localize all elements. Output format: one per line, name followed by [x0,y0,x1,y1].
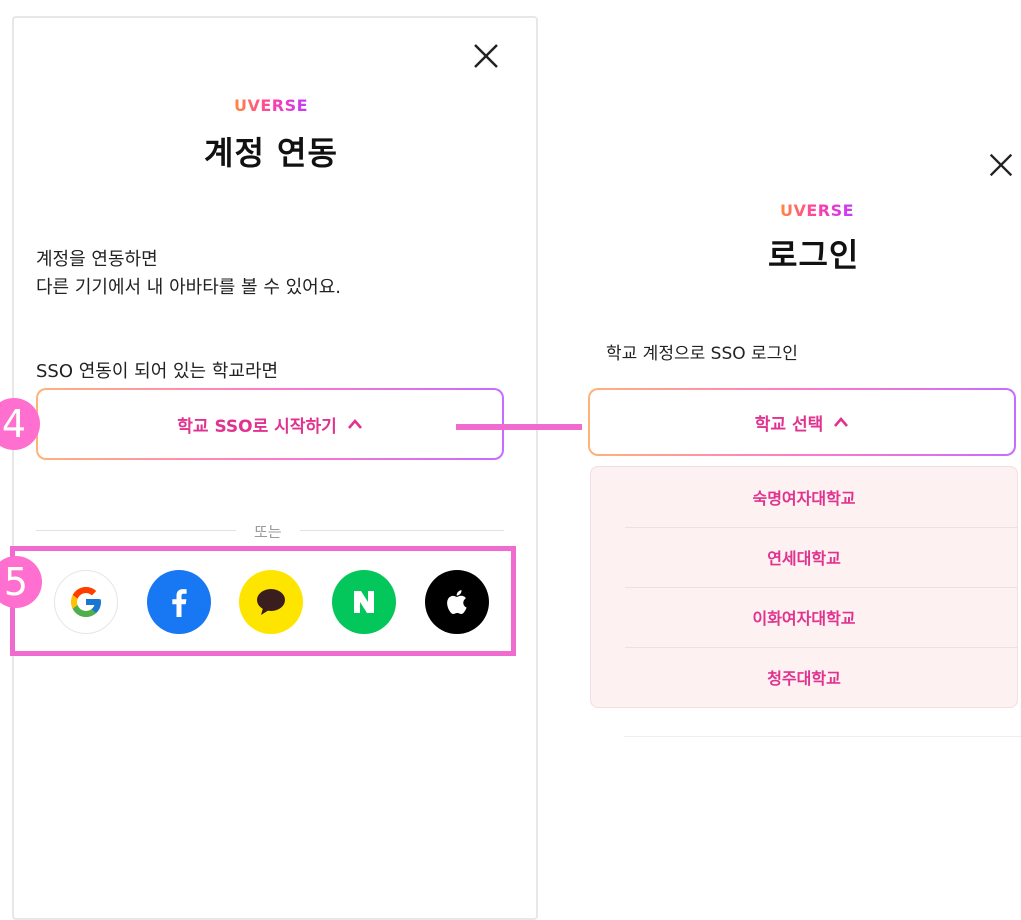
apple-login-button[interactable] [425,570,489,634]
facebook-login-button[interactable] [147,570,211,634]
google-login-button[interactable] [54,570,118,634]
page-title: 로그인 [768,236,860,274]
chevron-up-icon [347,419,362,429]
school-select-dropdown[interactable]: 학교 선택 [588,388,1016,456]
close-button[interactable] [986,150,1016,180]
kakao-icon [257,589,285,615]
naver-icon [354,591,374,613]
facebook-icon [172,589,187,617]
apple-icon [447,590,467,615]
school-option[interactable]: 숙명여자대학교 [591,467,1017,527]
school-sso-start-label: 학교 SSO로 시작하기 [177,416,337,437]
description-line: 다른 기기에서 내 아바타를 볼 수 있어요. [36,277,342,298]
school-login-label: 학교 계정으로 SSO 로그인 [606,344,798,364]
brand-logo: UVERSE [780,201,855,220]
close-icon [474,44,498,68]
school-option[interactable]: 청주대학교 [591,647,1017,707]
close-button[interactable] [470,40,502,72]
divider [300,530,504,531]
school-sso-start-button[interactable]: 학교 SSO로 시작하기 [36,388,504,460]
school-option[interactable]: 연세대학교 [591,527,1017,587]
school-list: 숙명여자대학교 연세대학교 이화여자대학교 청주대학교 [590,466,1018,708]
description-line: 계정을 연동하면 [36,249,158,270]
kakao-login-button[interactable] [239,570,303,634]
chevron-up-icon [834,417,849,427]
school-option[interactable]: 이화여자대학교 [591,587,1017,647]
page-title: 계정 연동 [204,134,338,172]
divider [624,736,1021,737]
description: 계정을 연동하면 다른 기기에서 내 아바타를 볼 수 있어요. [36,246,341,302]
background-page [624,0,1021,133]
google-icon [71,587,101,617]
school-select-label: 학교 선택 [754,414,824,435]
divider-text: 또는 [254,523,282,541]
brand-logo: UVERSE [234,96,309,115]
sso-hint: SSO 연동이 되어 있는 학교라면 [36,361,279,382]
naver-login-button[interactable] [332,570,396,634]
close-icon [989,153,1013,177]
transition-arrow [456,424,596,430]
divider [36,530,236,531]
